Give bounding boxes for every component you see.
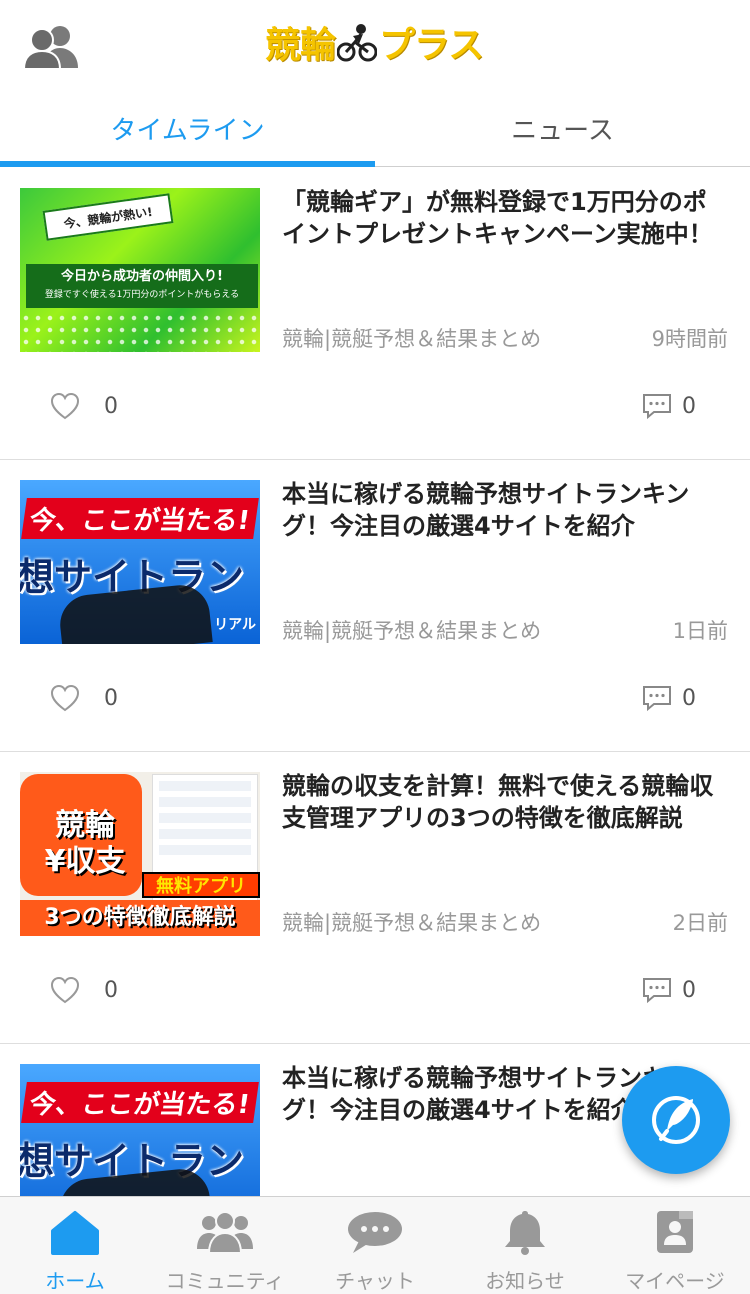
thumbnail-text: 今、ここが当たる!	[21, 1082, 259, 1123]
home-icon	[51, 1211, 99, 1255]
app-header: 競輪 プラス	[0, 0, 750, 90]
nav-home[interactable]: ホーム	[0, 1197, 150, 1294]
cyclist-icon	[337, 24, 378, 62]
heart-icon	[50, 684, 80, 712]
comment-button[interactable]: 0	[642, 392, 696, 420]
thumbnail-app-text: 競輪 ¥収支	[30, 808, 140, 880]
tab-timeline[interactable]: タイムライン	[0, 90, 375, 167]
like-count: 0	[104, 393, 118, 419]
timeline-feed: 今、競輪が熱い! 今日から成功者の仲間入り! 登録ですぐ使える1万円分のポイント…	[0, 168, 750, 1196]
top-tabs: タイムライン ニュース	[0, 90, 750, 167]
thumbnail-dots	[20, 312, 260, 352]
nav-label: ホーム	[45, 1269, 105, 1293]
thumbnail-text: 3つの特徴徹底解説	[20, 900, 260, 936]
comment-icon	[643, 394, 671, 420]
thumbnail-text: 今、競輪が熱い!	[42, 193, 174, 241]
article-title[interactable]: 競輪の収支を計算！無料で使える競輪収支管理アプリの3つの特徴を徹底解説	[282, 770, 730, 834]
like-count: 0	[104, 685, 118, 711]
like-button[interactable]: 0	[50, 684, 118, 712]
thumbnail-text: 今、ここが当たる!	[21, 498, 259, 539]
article-title[interactable]: 本当に稼げる競輪予想サイトランキング！今注目の厳選4サイトを紹介	[282, 478, 730, 542]
nav-notifications[interactable]: お知らせ	[450, 1197, 600, 1294]
users-icon[interactable]	[22, 22, 80, 70]
nav-community[interactable]: コミュニティ	[150, 1197, 300, 1294]
thumbnail-text: ¥収支	[44, 844, 126, 879]
comment-icon	[643, 686, 671, 712]
nav-label: コミュニティ	[165, 1269, 285, 1293]
nav-label: チャット	[335, 1269, 415, 1293]
heart-icon	[50, 976, 80, 1004]
article-time: 9時間前	[651, 327, 728, 351]
article-card[interactable]: 競輪 ¥収支 無料アプリ 3つの特徴徹底解説 競輪の収支を計算！無料で使える競輪…	[0, 752, 750, 1044]
article-source: 競輪|競艇予想＆結果まとめ	[282, 327, 542, 351]
article-card[interactable]: 今、ここが当たる! 想サイトラン リアル 本当に稼げる競輪予想サイトランキング！…	[0, 460, 750, 752]
comment-count: 0	[682, 393, 696, 419]
feather-pen-icon	[652, 1096, 700, 1144]
nav-label: マイページ	[625, 1269, 725, 1293]
bell-icon	[505, 1211, 545, 1255]
article-time: 1日前	[672, 619, 728, 643]
comment-button[interactable]: 0	[642, 976, 696, 1004]
thumbnail-banner: 今日から成功者の仲間入り! 登録ですぐ使える1万円分のポイントがもらえる	[26, 264, 258, 308]
like-count: 0	[104, 977, 118, 1003]
mypage-icon	[657, 1211, 693, 1253]
bottom-navigation: ホーム コミュニティ チャット お知らせ マイページ	[0, 1196, 750, 1294]
article-source: 競輪|競艇予想＆結果まとめ	[282, 619, 542, 643]
article-thumbnail[interactable]: 今、競輪が熱い! 今日から成功者の仲間入り! 登録ですぐ使える1万円分のポイント…	[20, 188, 260, 352]
article-thumbnail[interactable]: 競輪 ¥収支 無料アプリ 3つの特徴徹底解説	[20, 772, 260, 936]
thumbnail-text: リアル	[214, 617, 256, 633]
tab-news[interactable]: ニュース	[375, 90, 750, 166]
thumbnail-text: 今日から成功者の仲間入り!	[61, 269, 223, 284]
heart-icon	[50, 392, 80, 420]
comment-button[interactable]: 0	[642, 684, 696, 712]
thumbnail-text: 登録ですぐ使える1万円分のポイントがもらえる	[44, 290, 240, 300]
logo-text: 競輪	[265, 25, 336, 66]
like-button[interactable]: 0	[50, 392, 118, 420]
article-time: 2日前	[672, 911, 728, 935]
comment-count: 0	[682, 685, 696, 711]
article-title[interactable]: 「競輪ギア」が無料登録で1万円分のポイントプレゼントキャンペーン実施中！	[282, 186, 730, 250]
chat-icon	[348, 1212, 402, 1253]
thumbnail-text: 無料アプリ	[142, 872, 260, 898]
app-logo: 競輪 プラス	[265, 18, 484, 66]
article-thumbnail[interactable]: 今、ここが当たる! 想サイトラン	[20, 1064, 260, 1196]
nav-mypage[interactable]: マイページ	[600, 1197, 750, 1294]
thumbnail-text: 競輪	[55, 808, 115, 843]
comment-icon	[643, 978, 671, 1004]
article-thumbnail[interactable]: 今、ここが当たる! 想サイトラン リアル	[20, 480, 260, 644]
nav-chat[interactable]: チャット	[300, 1197, 450, 1294]
article-card[interactable]: 今、競輪が熱い! 今日から成功者の仲間入り! 登録ですぐ使える1万円分のポイント…	[0, 168, 750, 460]
like-button[interactable]: 0	[50, 976, 118, 1004]
comment-count: 0	[682, 977, 696, 1003]
community-icon	[197, 1211, 253, 1254]
compose-button[interactable]	[622, 1066, 730, 1174]
logo-text: プラス	[379, 25, 484, 66]
nav-label: お知らせ	[485, 1269, 565, 1293]
article-source: 競輪|競艇予想＆結果まとめ	[282, 911, 542, 935]
